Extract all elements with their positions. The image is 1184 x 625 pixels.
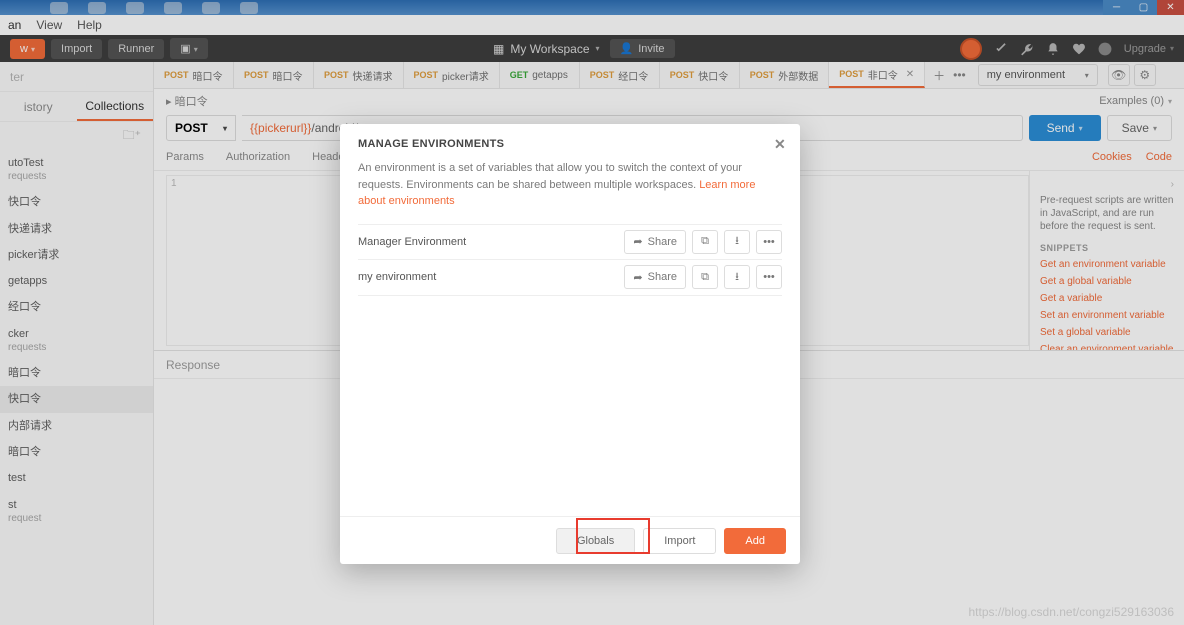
copy-icon: ⧉	[701, 235, 709, 248]
env-share-button[interactable]: ➦Share	[624, 230, 686, 254]
globals-button[interactable]: Globals	[556, 528, 635, 554]
modal-title: MANAGE ENVIRONMENTS	[358, 138, 504, 150]
more-icon: •••	[763, 236, 775, 248]
more-icon: •••	[763, 271, 775, 283]
download-icon: ⭳	[735, 232, 739, 251]
share-arrow-icon: ➦	[633, 235, 642, 248]
env-download-button[interactable]: ⭳	[724, 230, 750, 254]
env-more-button[interactable]: •••	[756, 265, 782, 289]
env-import-button[interactable]: Import	[643, 528, 716, 554]
share-arrow-icon: ➦	[633, 271, 642, 284]
download-icon: ⭳	[735, 268, 739, 287]
modal-description: An environment is a set of variables tha…	[340, 160, 800, 224]
env-share-button[interactable]: ➦Share	[624, 265, 686, 289]
env-download-button[interactable]: ⭳	[724, 265, 750, 289]
env-duplicate-button[interactable]: ⧉	[692, 265, 718, 289]
manage-environments-modal: MANAGE ENVIRONMENTS ✕ An environment is …	[340, 124, 800, 564]
env-duplicate-button[interactable]: ⧉	[692, 230, 718, 254]
environment-name[interactable]: my environment	[358, 271, 436, 283]
env-more-button[interactable]: •••	[756, 230, 782, 254]
env-add-button[interactable]: Add	[724, 528, 786, 554]
modal-close-button[interactable]: ✕	[774, 136, 786, 153]
copy-icon: ⧉	[701, 271, 709, 284]
environment-name[interactable]: Manager Environment	[358, 236, 466, 248]
